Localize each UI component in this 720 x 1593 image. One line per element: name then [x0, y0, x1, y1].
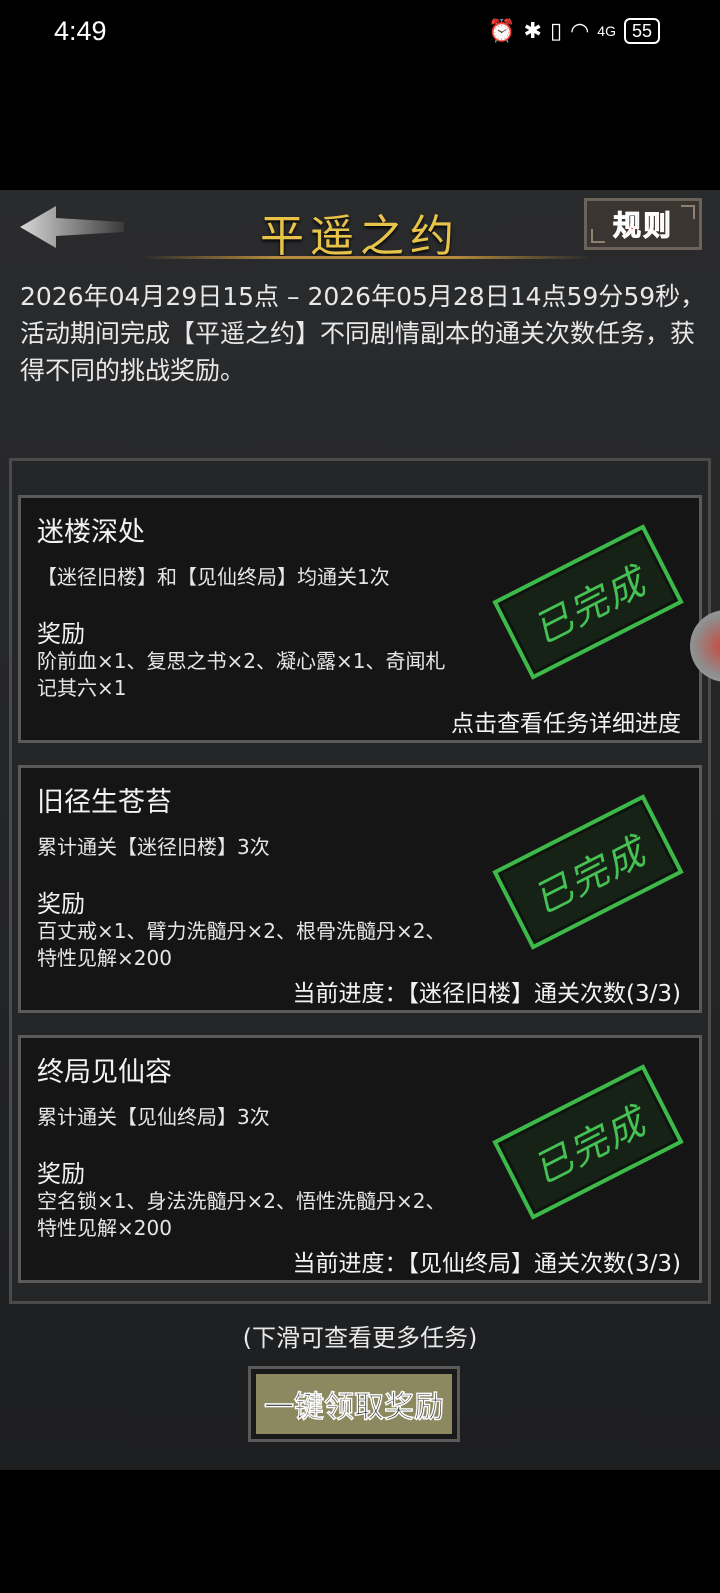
task-detail-link[interactable]: 点击查看任务详细进度: [451, 704, 681, 738]
task-progress: 当前进度：【见仙终局】通关次数(3/3): [292, 1251, 681, 1277]
claim-button-face: 一键领取奖励: [256, 1374, 452, 1434]
completed-stamp: 已完成: [492, 794, 684, 950]
reward-label: 奖励: [37, 1160, 85, 1188]
task-condition: 【迷径旧楼】和【见仙终局】均通关1次: [37, 565, 390, 589]
task-title: 终局见仙容: [37, 1057, 172, 1088]
wifi-icon: ◠: [570, 18, 590, 44]
status-bar: 4:49 ⏰ ✱ ▯ ◠ 4G 55: [0, 0, 720, 70]
reward-label: 奖励: [37, 620, 85, 648]
title-underline: [140, 256, 590, 259]
battery-indicator: 55: [623, 18, 660, 44]
signal-4g-icon: 4G: [597, 23, 616, 39]
task-condition: 累计通关【见仙终局】3次: [37, 1105, 270, 1129]
vibrate-icon: ▯: [549, 18, 563, 44]
stamp-label: 已完成: [526, 558, 654, 652]
completed-stamp: 已完成: [492, 1064, 684, 1220]
status-icons: ⏰ ✱ ▯ ◠ 4G 55: [488, 18, 660, 44]
scroll-hint: (下滑可查看更多任务): [242, 1324, 478, 1352]
task-progress: 当前进度：【迷径旧楼】通关次数(3/3): [292, 981, 681, 1007]
task-list-panel[interactable]: 迷楼深处 【迷径旧楼】和【见仙终局】均通关1次 奖励 阶前血×1、复思之书×2、…: [9, 458, 711, 1304]
stamp-label: 已完成: [526, 828, 654, 922]
event-screen: 平遥之约 规则 2026年04月29日15点 – 2026年05月28日14点5…: [0, 190, 720, 1470]
stamp-label: 已完成: [526, 1098, 654, 1192]
completed-stamp: 已完成: [492, 524, 684, 680]
event-description: 2026年04月29日15点 – 2026年05月28日14点59分59秒，活动…: [20, 282, 706, 385]
reward-list: 阶前血×1、复思之书×2、凝心露×1、奇闻札记其六×1: [37, 649, 446, 700]
alarm-icon: ⏰: [488, 18, 516, 44]
task-card[interactable]: 旧径生苍苔 累计通关【迷径旧楼】3次 奖励 百丈戒×1、臂力洗髓丹×2、根骨洗髓…: [18, 765, 702, 1013]
claim-all-button[interactable]: 一键领取奖励: [248, 1366, 460, 1442]
task-title: 旧径生苍苔: [37, 787, 172, 818]
bluetooth-icon: ✱: [523, 18, 542, 44]
task-card[interactable]: 终局见仙容 累计通关【见仙终局】3次 奖励 空名锁×1、身法洗髓丹×2、悟性洗髓…: [18, 1035, 702, 1283]
reward-list: 空名锁×1、身法洗髓丹×2、悟性洗髓丹×2、特性见解×200: [37, 1189, 446, 1240]
reward-list: 百丈戒×1、臂力洗髓丹×2、根骨洗髓丹×2、特性见解×200: [37, 919, 446, 970]
task-card[interactable]: 迷楼深处 【迷径旧楼】和【见仙终局】均通关1次 奖励 阶前血×1、复思之书×2、…: [18, 495, 702, 743]
reward-label: 奖励: [37, 890, 85, 918]
claim-label: 一键领取奖励: [264, 1390, 445, 1426]
task-title: 迷楼深处: [37, 517, 145, 548]
rule-button[interactable]: 规则: [584, 198, 702, 250]
status-time: 4:49: [54, 16, 107, 46]
task-condition: 累计通关【迷径旧楼】3次: [37, 835, 270, 859]
rule-label: 规则: [612, 209, 673, 243]
